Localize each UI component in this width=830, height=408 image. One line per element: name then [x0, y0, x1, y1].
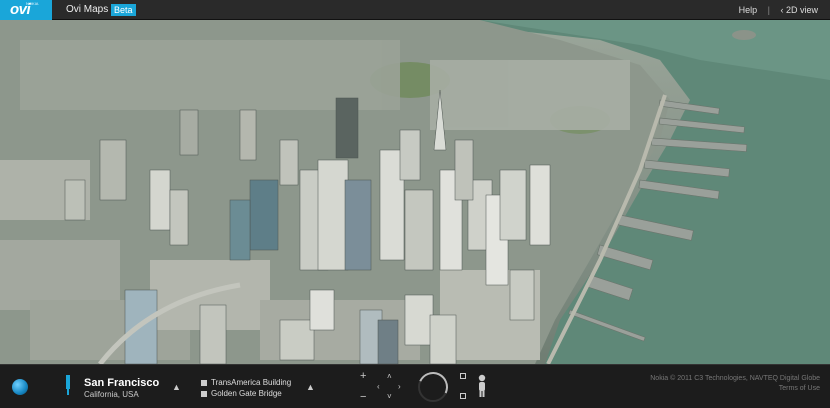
- poi-item[interactable]: Golden Gate Bridge: [201, 389, 282, 398]
- terms-of-use-link[interactable]: Terms of Use: [650, 384, 820, 394]
- tilt-down-icon[interactable]: [460, 393, 466, 399]
- 2d-view-link[interactable]: ‹ 2D view: [780, 5, 818, 15]
- logo-subtext: NOKIA: [26, 1, 39, 6]
- 3d-map-view[interactable]: [0, 20, 830, 364]
- zoom-out-button[interactable]: −: [360, 392, 366, 403]
- bottom-bar: San Francisco California, USA ▲ TransAme…: [0, 364, 830, 408]
- zoom-in-button[interactable]: +: [360, 371, 366, 382]
- location-pin-icon: [66, 375, 70, 395]
- location-name: San Francisco: [84, 377, 160, 389]
- building-icon: [201, 390, 207, 397]
- pan-down-icon[interactable]: ˅: [387, 393, 392, 401]
- top-bar: ovi NOKIA Ovi Maps 3D Beta Help | ‹ 2D v…: [0, 0, 830, 20]
- beta-badge: Beta: [111, 4, 136, 16]
- link-separator: |: [767, 5, 770, 15]
- pan-up-icon[interactable]: ˄: [387, 373, 392, 381]
- location-caret-icon[interactable]: ▲: [172, 382, 181, 392]
- help-link[interactable]: Help: [739, 5, 758, 15]
- city-aerial-render: [0, 20, 830, 364]
- poi-label: Golden Gate Bridge: [211, 389, 282, 398]
- location-region: California, USA: [84, 390, 139, 399]
- person-icon[interactable]: [476, 374, 488, 398]
- map-credits: Nokia © 2011 C3 Technologies, NAVTEQ Dig…: [650, 374, 820, 394]
- rotate-dial[interactable]: [413, 367, 453, 407]
- pan-left-icon[interactable]: ‹: [377, 383, 380, 391]
- pan-right-icon[interactable]: ›: [398, 383, 401, 391]
- poi-caret-icon[interactable]: ▲: [306, 382, 315, 392]
- ovi-logo[interactable]: ovi NOKIA: [0, 0, 52, 20]
- globe-icon[interactable]: [12, 379, 28, 395]
- poi-item[interactable]: TransAmerica Building: [201, 378, 291, 387]
- tilt-up-icon[interactable]: [460, 373, 466, 379]
- poi-label: TransAmerica Building: [211, 378, 292, 387]
- ovi-maps-3d-app: ovi NOKIA Ovi Maps 3D Beta Help | ‹ 2D v…: [0, 0, 830, 408]
- credits-copyright: Nokia © 2011 C3 Technologies, NAVTEQ Dig…: [650, 375, 820, 382]
- dial-arc: [413, 367, 453, 407]
- building-icon: [201, 379, 207, 386]
- top-links: Help | ‹ 2D view: [739, 5, 818, 15]
- alcatraz-island: [732, 30, 756, 40]
